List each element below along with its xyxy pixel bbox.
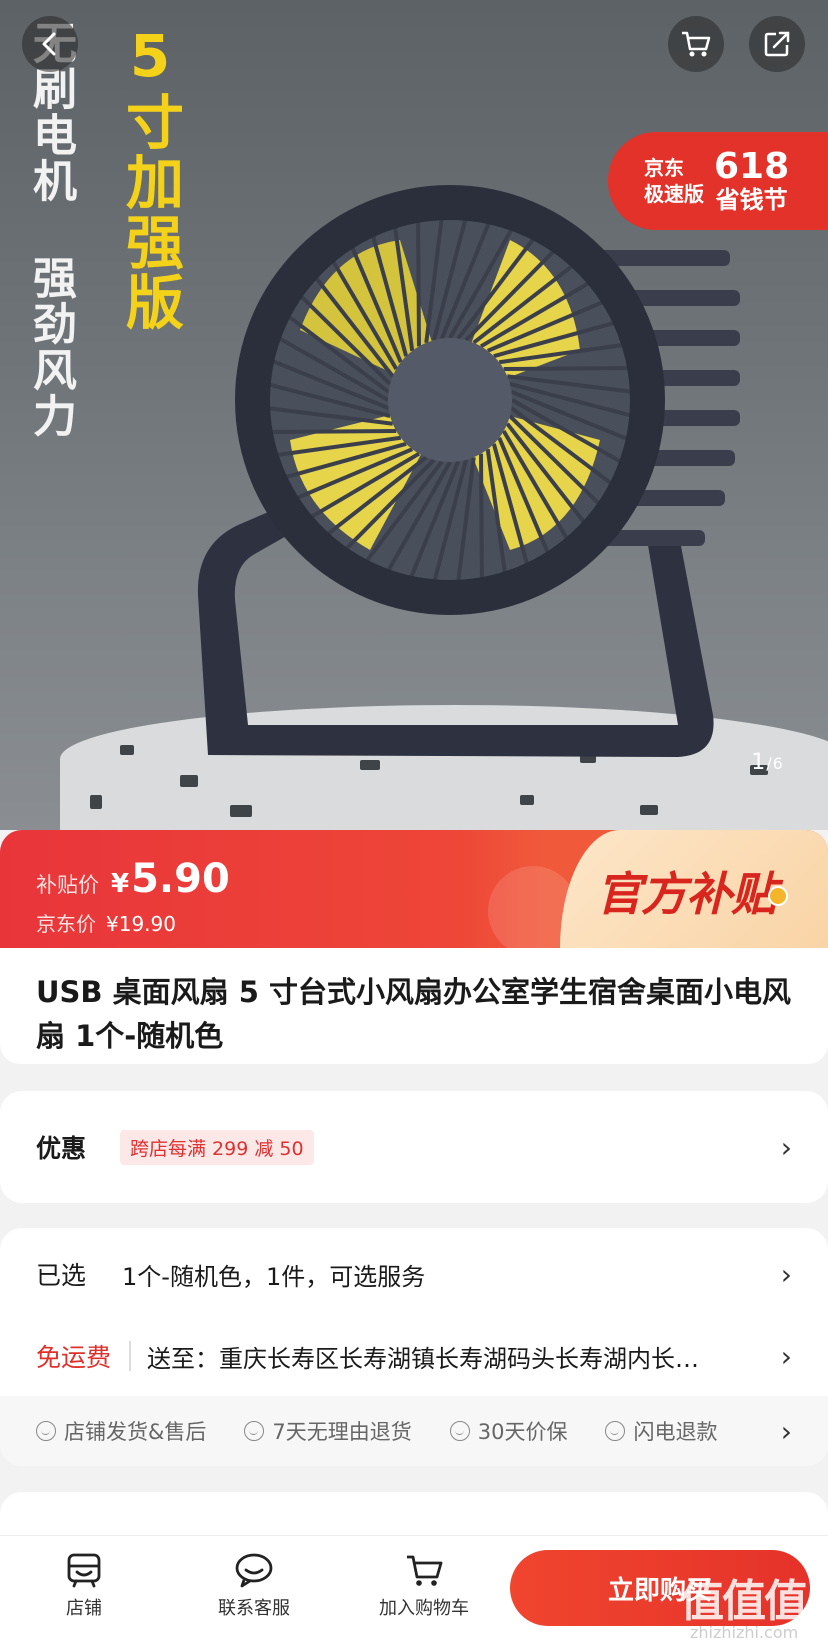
chevron-left-icon [42, 32, 56, 56]
jd-price-value: ¥19.90 [106, 912, 176, 936]
subsidy-price-value: 5.90 [131, 856, 230, 902]
store-icon [67, 1553, 101, 1588]
shipping-address-row[interactable]: 免运费 送至：重庆长寿区长寿湖镇长寿湖码头长寿湖内长… › [36, 1332, 792, 1380]
grille-spoke [267, 429, 397, 434]
smile-icon [244, 1421, 265, 1441]
service-item-7day-return: 7天无理由退货 [244, 1416, 412, 1446]
chevron-right-icon: › [780, 1130, 792, 1164]
promo-brand: 京东 [644, 156, 684, 180]
service-item-30day-price: 30天价保 [449, 1416, 568, 1446]
subsidy-price-row: 补贴价 ¥ 5.90 [36, 856, 230, 902]
cart-button[interactable] [668, 16, 724, 72]
share-icon [764, 31, 790, 57]
smile-icon [36, 1421, 56, 1441]
product-title-card: USB 桌面风扇 5 寸台式小风扇办公室学生宿舍桌面小电风扇 1个-随机色 [0, 948, 828, 1064]
promo-618-number: 618 [714, 146, 790, 187]
divider [129, 1341, 132, 1371]
free-shipping-label: 免运费 [36, 1343, 112, 1372]
spec-card: 已选 1个-随机色，1件，可选服务 › 免运费 送至：重庆长寿区长寿湖镇长寿湖码… [0, 1228, 828, 1466]
customer-service-tab[interactable]: 联系客服 [194, 1552, 314, 1620]
store-tab[interactable]: 店铺 [24, 1552, 144, 1620]
watermark-logo: 值值值 [680, 1576, 808, 1627]
chevron-right-icon: › [780, 1339, 792, 1373]
grille-spoke [416, 217, 421, 347]
selected-value: 1个-随机色，1件，可选服务 [122, 1262, 426, 1291]
service-item-store-delivery: 店铺发货&售后 [36, 1416, 206, 1446]
service-item-flash-refund: 闪电退款 [605, 1416, 717, 1446]
feature-text-size: 5寸加强版 [116, 22, 184, 332]
discount-card[interactable]: 优惠 跨店每满 299 减 50 › [0, 1091, 828, 1203]
feature-text-wind: 强劲风力 [25, 255, 76, 439]
grille-spoke [479, 453, 484, 583]
watermark-url: zhizhizhi.com [690, 1623, 799, 1642]
discount-label: 优惠 [36, 1134, 87, 1163]
page-total: 6 [772, 754, 783, 773]
coupon-badge: 跨店每满 299 减 50 [120, 1129, 314, 1165]
subsidy-price-label: 补贴价 [36, 873, 99, 897]
customer-service-label: 联系客服 [218, 1598, 290, 1619]
grille-spoke [503, 366, 633, 371]
official-subsidy-tag: 官方补贴 [596, 867, 777, 921]
promo-edition: 极速版 [644, 182, 704, 206]
smile-icon [605, 1421, 626, 1441]
chevron-right-icon: › [780, 1414, 792, 1448]
service-label: 30天价保 [477, 1420, 568, 1444]
product-image-carousel[interactable]: 无刷电机 强劲风力 5寸加强版 京东 极速版 618 省钱节 1 / 6 [0, 0, 828, 830]
jd-price-label: 京东价 [36, 912, 96, 936]
store-label: 店铺 [66, 1598, 102, 1619]
add-to-cart-label: 加入购物车 [379, 1598, 469, 1619]
page-sep: / [766, 754, 772, 773]
cart-icon [682, 31, 711, 57]
coin-icon [768, 886, 788, 906]
price-banner: 补贴价 ¥ 5.90 京东价 ¥19.90 官方补贴 [0, 830, 828, 948]
image-page-indicator: 1 / 6 [732, 750, 802, 788]
service-label: 7天无理由退货 [272, 1420, 412, 1444]
back-button[interactable] [22, 16, 78, 72]
jd-price-row: 京东价 ¥19.90 [36, 908, 176, 937]
selected-label: 已选 [36, 1261, 87, 1290]
product-title: USB 桌面风扇 5 寸台式小风扇办公室学生宿舍桌面小电风扇 1个-随机色 [36, 975, 792, 1053]
service-label: 店铺发货&售后 [64, 1420, 207, 1444]
selected-spec-row[interactable]: 已选 1个-随机色，1件，可选服务 › [36, 1250, 792, 1298]
promo-festival: 省钱节 [715, 186, 788, 214]
chat-icon [235, 1553, 273, 1588]
currency-symbol: ¥ [111, 869, 130, 899]
cart-icon [407, 1555, 443, 1586]
chevron-right-icon: › [780, 1257, 792, 1291]
service-guarantee-strip[interactable]: 店铺发货&售后 7天无理由退货 30天价保 闪电退款 › [0, 1396, 828, 1466]
share-button[interactable] [749, 16, 805, 72]
service-label: 闪电退款 [633, 1420, 718, 1444]
delivery-address: 送至：重庆长寿区长寿湖镇长寿湖码头长寿湖内长… [147, 1344, 700, 1373]
page-current: 1 [751, 750, 766, 775]
promo-618-badge: 京东 极速版 618 省钱节 [608, 132, 828, 230]
smile-icon [449, 1421, 470, 1441]
add-to-cart-tab[interactable]: 加入购物车 [364, 1552, 484, 1620]
